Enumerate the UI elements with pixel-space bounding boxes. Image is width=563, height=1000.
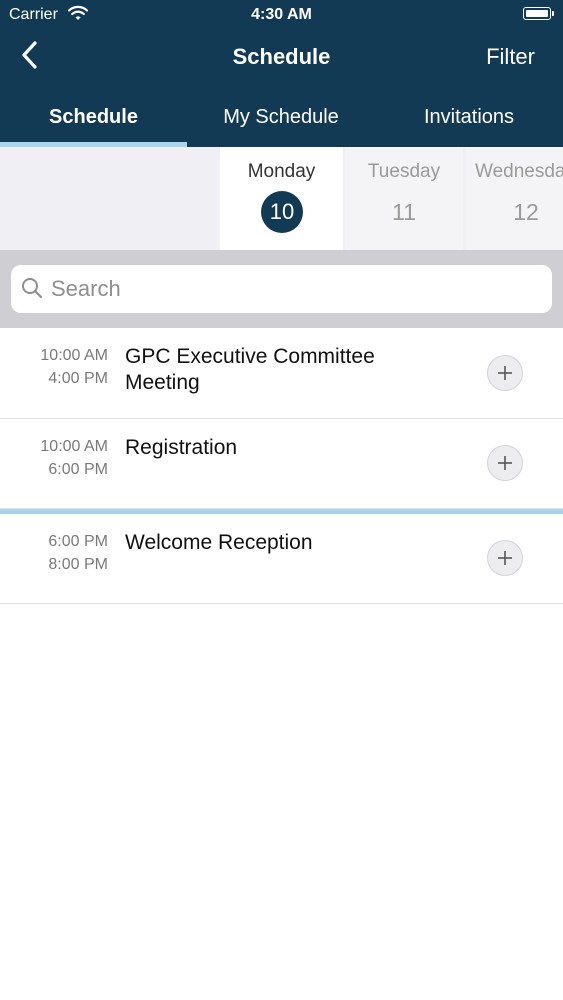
event-end-time: 6:00 PM	[48, 461, 108, 478]
event-title: Welcome Reception	[125, 531, 313, 554]
back-chevron-icon	[20, 41, 40, 74]
event-end-time: 8:00 PM	[48, 556, 108, 573]
navigation-bar: Schedule Filter	[0, 30, 563, 86]
page-title: Schedule	[232, 44, 331, 69]
day-name: Wednesday	[475, 161, 563, 182]
selected-day-number: 10	[261, 191, 303, 233]
status-time: 4:30 AM	[251, 6, 312, 23]
event-start-time: 10:00 AM	[40, 438, 108, 455]
plus-icon	[496, 454, 514, 477]
plus-icon	[496, 549, 514, 572]
event-start-time: 6:00 PM	[48, 533, 108, 550]
day-tuesday[interactable]: Tuesday 11	[345, 147, 463, 250]
search-bar	[0, 250, 563, 328]
plus-icon	[496, 364, 514, 387]
tab-bar: Schedule My Schedule Invitations	[0, 98, 563, 147]
battery-icon	[523, 7, 554, 20]
day-number: 12	[513, 199, 539, 225]
tab-my-schedule[interactable]: My Schedule	[187, 106, 375, 129]
day-monday[interactable]: Monday 10	[220, 147, 343, 250]
day-wednesday[interactable]: Wednesday 12	[466, 147, 563, 250]
filter-button[interactable]: Filter	[486, 44, 535, 70]
back-button[interactable]	[20, 40, 60, 76]
day-name: Monday	[247, 161, 316, 182]
event-row[interactable]: 10:00 AM 6:00 PM Registration	[0, 419, 563, 509]
day-number: 11	[392, 199, 416, 225]
event-row[interactable]: 6:00 PM 8:00 PM Welcome Reception	[0, 509, 563, 604]
event-title: Registration	[125, 436, 238, 459]
event-start-time: 10:00 AM	[40, 347, 108, 364]
event-title: GPC Executive Committee Meeting	[125, 345, 375, 394]
event-end-time: 4:00 PM	[48, 370, 108, 387]
add-to-schedule-button[interactable]	[487, 445, 523, 481]
search-input[interactable]	[51, 273, 531, 305]
tab-schedule[interactable]: Schedule	[0, 106, 187, 129]
event-list: 10:00 AM 4:00 PM GPC Executive Committee…	[0, 328, 563, 604]
tab-invitations[interactable]: Invitations	[375, 106, 563, 129]
add-to-schedule-button[interactable]	[487, 355, 523, 391]
event-row[interactable]: 10:00 AM 4:00 PM GPC Executive Committee…	[0, 328, 563, 419]
status-bar: Carrier 4:30 AM	[0, 0, 563, 30]
add-to-schedule-button[interactable]	[487, 540, 523, 576]
search-field[interactable]	[11, 265, 552, 313]
day-picker: Monday 10 Tuesday 11 Wednesday 12	[0, 147, 563, 250]
header: Carrier 4:30 AM Schedule Filter Schedule…	[0, 0, 563, 147]
search-icon	[21, 277, 43, 304]
day-name: Tuesday	[367, 161, 441, 182]
